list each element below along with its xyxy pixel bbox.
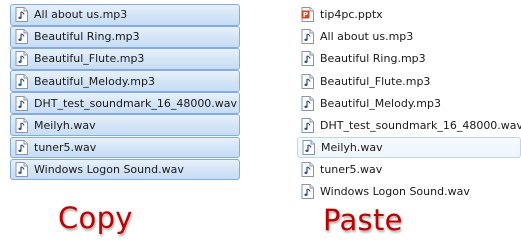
audio-file-icon	[15, 95, 28, 111]
file-name: tuner5.wav	[34, 140, 97, 154]
paste-file-row-8[interactable]: tuner5.wav	[297, 159, 521, 181]
audio-file-icon	[15, 73, 28, 89]
file-name: Windows Logon Sound.wav	[34, 162, 184, 176]
file-name: Windows Logon Sound.wav	[320, 185, 470, 198]
copy-file-row-1[interactable]: All about us.mp3	[10, 4, 240, 26]
audio-file-icon	[15, 29, 28, 45]
powerpoint-file-icon: P	[301, 7, 314, 23]
file-name: All about us.mp3	[34, 8, 128, 22]
audio-file-icon	[15, 7, 28, 23]
file-name: All about us.mp3	[320, 30, 414, 44]
copy-caption: Copy	[58, 201, 133, 235]
paste-file-list: P tip4pc.pptx All about us.mp3 Beautiful…	[297, 4, 521, 203]
copy-file-row-3[interactable]: Beautiful_Flute.mp3	[10, 48, 240, 70]
file-name: DHT_test_soundmark_16_48000.wav	[320, 118, 521, 132]
audio-file-icon	[301, 117, 314, 133]
audio-file-icon	[301, 161, 314, 177]
file-name: Beautiful_Flute.mp3	[320, 74, 431, 88]
paste-file-row-3[interactable]: Beautiful Ring.mp3	[297, 48, 521, 70]
audio-file-icon	[301, 184, 314, 199]
file-name: Meilyh.wav	[34, 118, 96, 132]
paste-caption: Paste	[323, 203, 403, 237]
audio-file-icon	[301, 95, 314, 111]
paste-file-row-6[interactable]: DHT_test_soundmark_16_48000.wav	[297, 114, 521, 136]
paste-file-row-9[interactable]: Windows Logon Sound.wav	[297, 181, 521, 203]
file-name: Meilyh.wav	[321, 140, 383, 154]
copy-file-row-4[interactable]: Beautiful_Melody.mp3	[10, 70, 240, 92]
file-name: tuner5.wav	[320, 162, 383, 176]
paste-file-row-7[interactable]: Meilyh.wav	[297, 136, 521, 159]
file-name: tip4pc.pptx	[320, 8, 383, 22]
paste-file-row-2[interactable]: All about us.mp3	[297, 26, 521, 48]
copy-file-list: All about us.mp3 Beautiful Ring.mp3 Beau…	[10, 4, 240, 181]
paste-file-row-1[interactable]: P tip4pc.pptx	[297, 4, 521, 26]
svg-text:P: P	[303, 11, 308, 19]
copy-file-row-7[interactable]: tuner5.wav	[10, 136, 240, 159]
paste-file-row-4[interactable]: Beautiful_Flute.mp3	[297, 70, 521, 92]
audio-file-icon	[301, 51, 314, 67]
copy-file-row-2[interactable]: Beautiful Ring.mp3	[10, 26, 240, 48]
audio-file-icon	[15, 117, 28, 133]
audio-file-icon	[15, 51, 28, 67]
audio-file-icon	[302, 139, 315, 155]
file-name: DHT_test_soundmark_16_48000.wav	[34, 96, 238, 110]
file-name: Beautiful Ring.mp3	[320, 52, 426, 66]
file-name: Beautiful_Melody.mp3	[320, 96, 441, 110]
copy-file-row-8[interactable]: Windows Logon Sound.wav	[10, 158, 240, 181]
file-name: Beautiful Ring.mp3	[34, 30, 140, 44]
file-name: Beautiful_Melody.mp3	[34, 74, 155, 88]
copy-file-row-5[interactable]: DHT_test_soundmark_16_48000.wav	[10, 92, 240, 114]
audio-file-icon	[15, 139, 28, 155]
audio-file-icon	[301, 29, 314, 45]
paste-file-row-5[interactable]: Beautiful_Melody.mp3	[297, 92, 521, 114]
copy-file-row-6[interactable]: Meilyh.wav	[10, 114, 240, 136]
audio-file-icon	[301, 73, 314, 89]
file-name: Beautiful_Flute.mp3	[34, 52, 145, 66]
audio-file-icon	[15, 161, 28, 177]
